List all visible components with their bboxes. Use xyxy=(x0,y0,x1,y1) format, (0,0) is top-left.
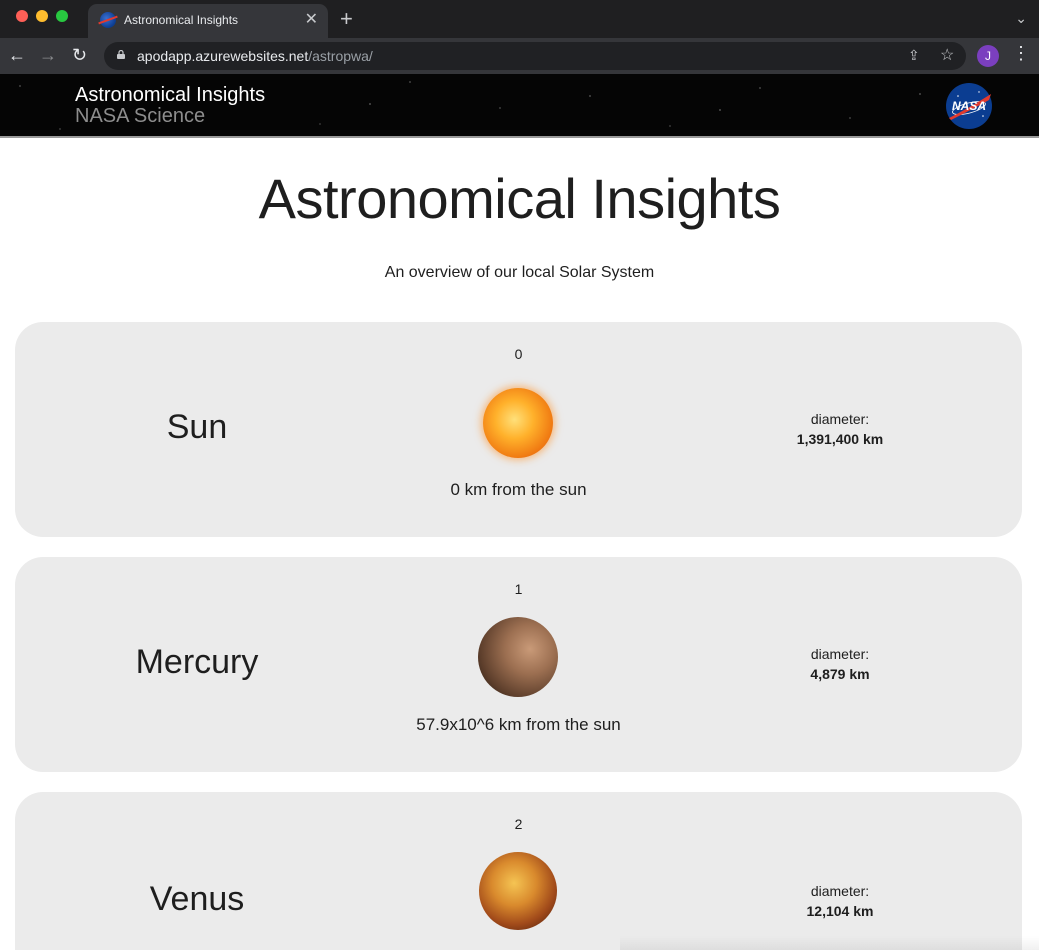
nasa-logo-icon[interactable]: NASA xyxy=(945,82,993,130)
body-card-sun[interactable]: 0 Sun 0 km from the sun diameter: 1,391,… xyxy=(15,322,1022,537)
nasa-favicon-icon xyxy=(100,12,116,28)
url-path: /astropwa/ xyxy=(308,48,373,64)
body-name: Sun xyxy=(166,408,228,446)
close-tab-icon[interactable]: ✕ xyxy=(305,10,318,30)
profile-avatar[interactable]: J xyxy=(977,45,999,67)
mercury-image xyxy=(478,617,558,697)
close-window-button[interactable] xyxy=(16,10,28,22)
diameter-value: 12,104 km xyxy=(806,903,874,919)
body-distance: 57.9x10^6 km from the sun xyxy=(416,715,621,734)
body-name: Venus xyxy=(149,880,245,918)
new-tab-icon[interactable]: + xyxy=(340,5,353,33)
tab-search-chevron-icon[interactable]: ⌄ xyxy=(1015,10,1027,27)
bookmark-star-icon[interactable]: ☆ xyxy=(940,45,954,65)
nasa-logo-text: NASA xyxy=(952,99,986,113)
body-index: 0 xyxy=(514,346,523,362)
body-distance: 0 km from the sun xyxy=(450,480,587,499)
site-header: Astronomical Insights NASA Science NASA xyxy=(0,74,1039,138)
body-index: 2 xyxy=(514,816,523,832)
back-arrow-icon[interactable]: ← xyxy=(8,44,26,66)
browser-toolbar: ← → ↻ apodapp.azurewebsites.net/astropwa… xyxy=(0,38,1039,74)
url-text: apodapp.azurewebsites.net/astropwa/ xyxy=(137,48,373,64)
body-card-mercury[interactable]: 1 Mercury 57.9x10^6 km from the sun diam… xyxy=(15,557,1022,772)
address-bar[interactable]: apodapp.azurewebsites.net/astropwa/ ⇪ ☆ xyxy=(104,42,966,70)
share-icon[interactable]: ⇪ xyxy=(908,47,920,64)
site-subtitle: NASA Science xyxy=(75,105,206,127)
body-card-venus[interactable]: 2 Venus diameter: 12,104 km xyxy=(15,792,1022,950)
browser-tab[interactable]: Astronomical Insights ✕ xyxy=(88,4,328,38)
page-title: Astronomical Insights xyxy=(258,167,781,230)
reload-icon[interactable]: ↻ xyxy=(72,44,87,66)
maximize-window-button[interactable] xyxy=(56,10,68,22)
venus-image xyxy=(479,852,557,930)
url-host: apodapp.azurewebsites.net xyxy=(137,48,309,64)
diameter-label: diameter: xyxy=(810,883,870,899)
browser-menu-icon[interactable]: ⋮ xyxy=(1012,43,1030,64)
scroll-shadow xyxy=(620,936,1039,950)
tab-title: Astronomical Insights xyxy=(124,13,239,27)
lock-icon xyxy=(117,50,125,59)
browser-tab-strip: Astronomical Insights ✕ + ⌄ xyxy=(0,0,1039,38)
forward-arrow-icon[interactable]: → xyxy=(39,44,57,66)
site-title: Astronomical Insights xyxy=(75,84,266,106)
page-subtitle: An overview of our local Solar System xyxy=(384,264,655,281)
minimize-window-button[interactable] xyxy=(36,10,48,22)
diameter-value: 1,391,400 km xyxy=(796,431,884,447)
body-index: 1 xyxy=(514,581,523,597)
diameter-label: diameter: xyxy=(810,646,870,662)
sun-image xyxy=(483,388,553,458)
diameter-value: 4,879 km xyxy=(810,666,870,682)
body-name: Mercury xyxy=(135,643,259,681)
diameter-label: diameter: xyxy=(810,411,870,427)
